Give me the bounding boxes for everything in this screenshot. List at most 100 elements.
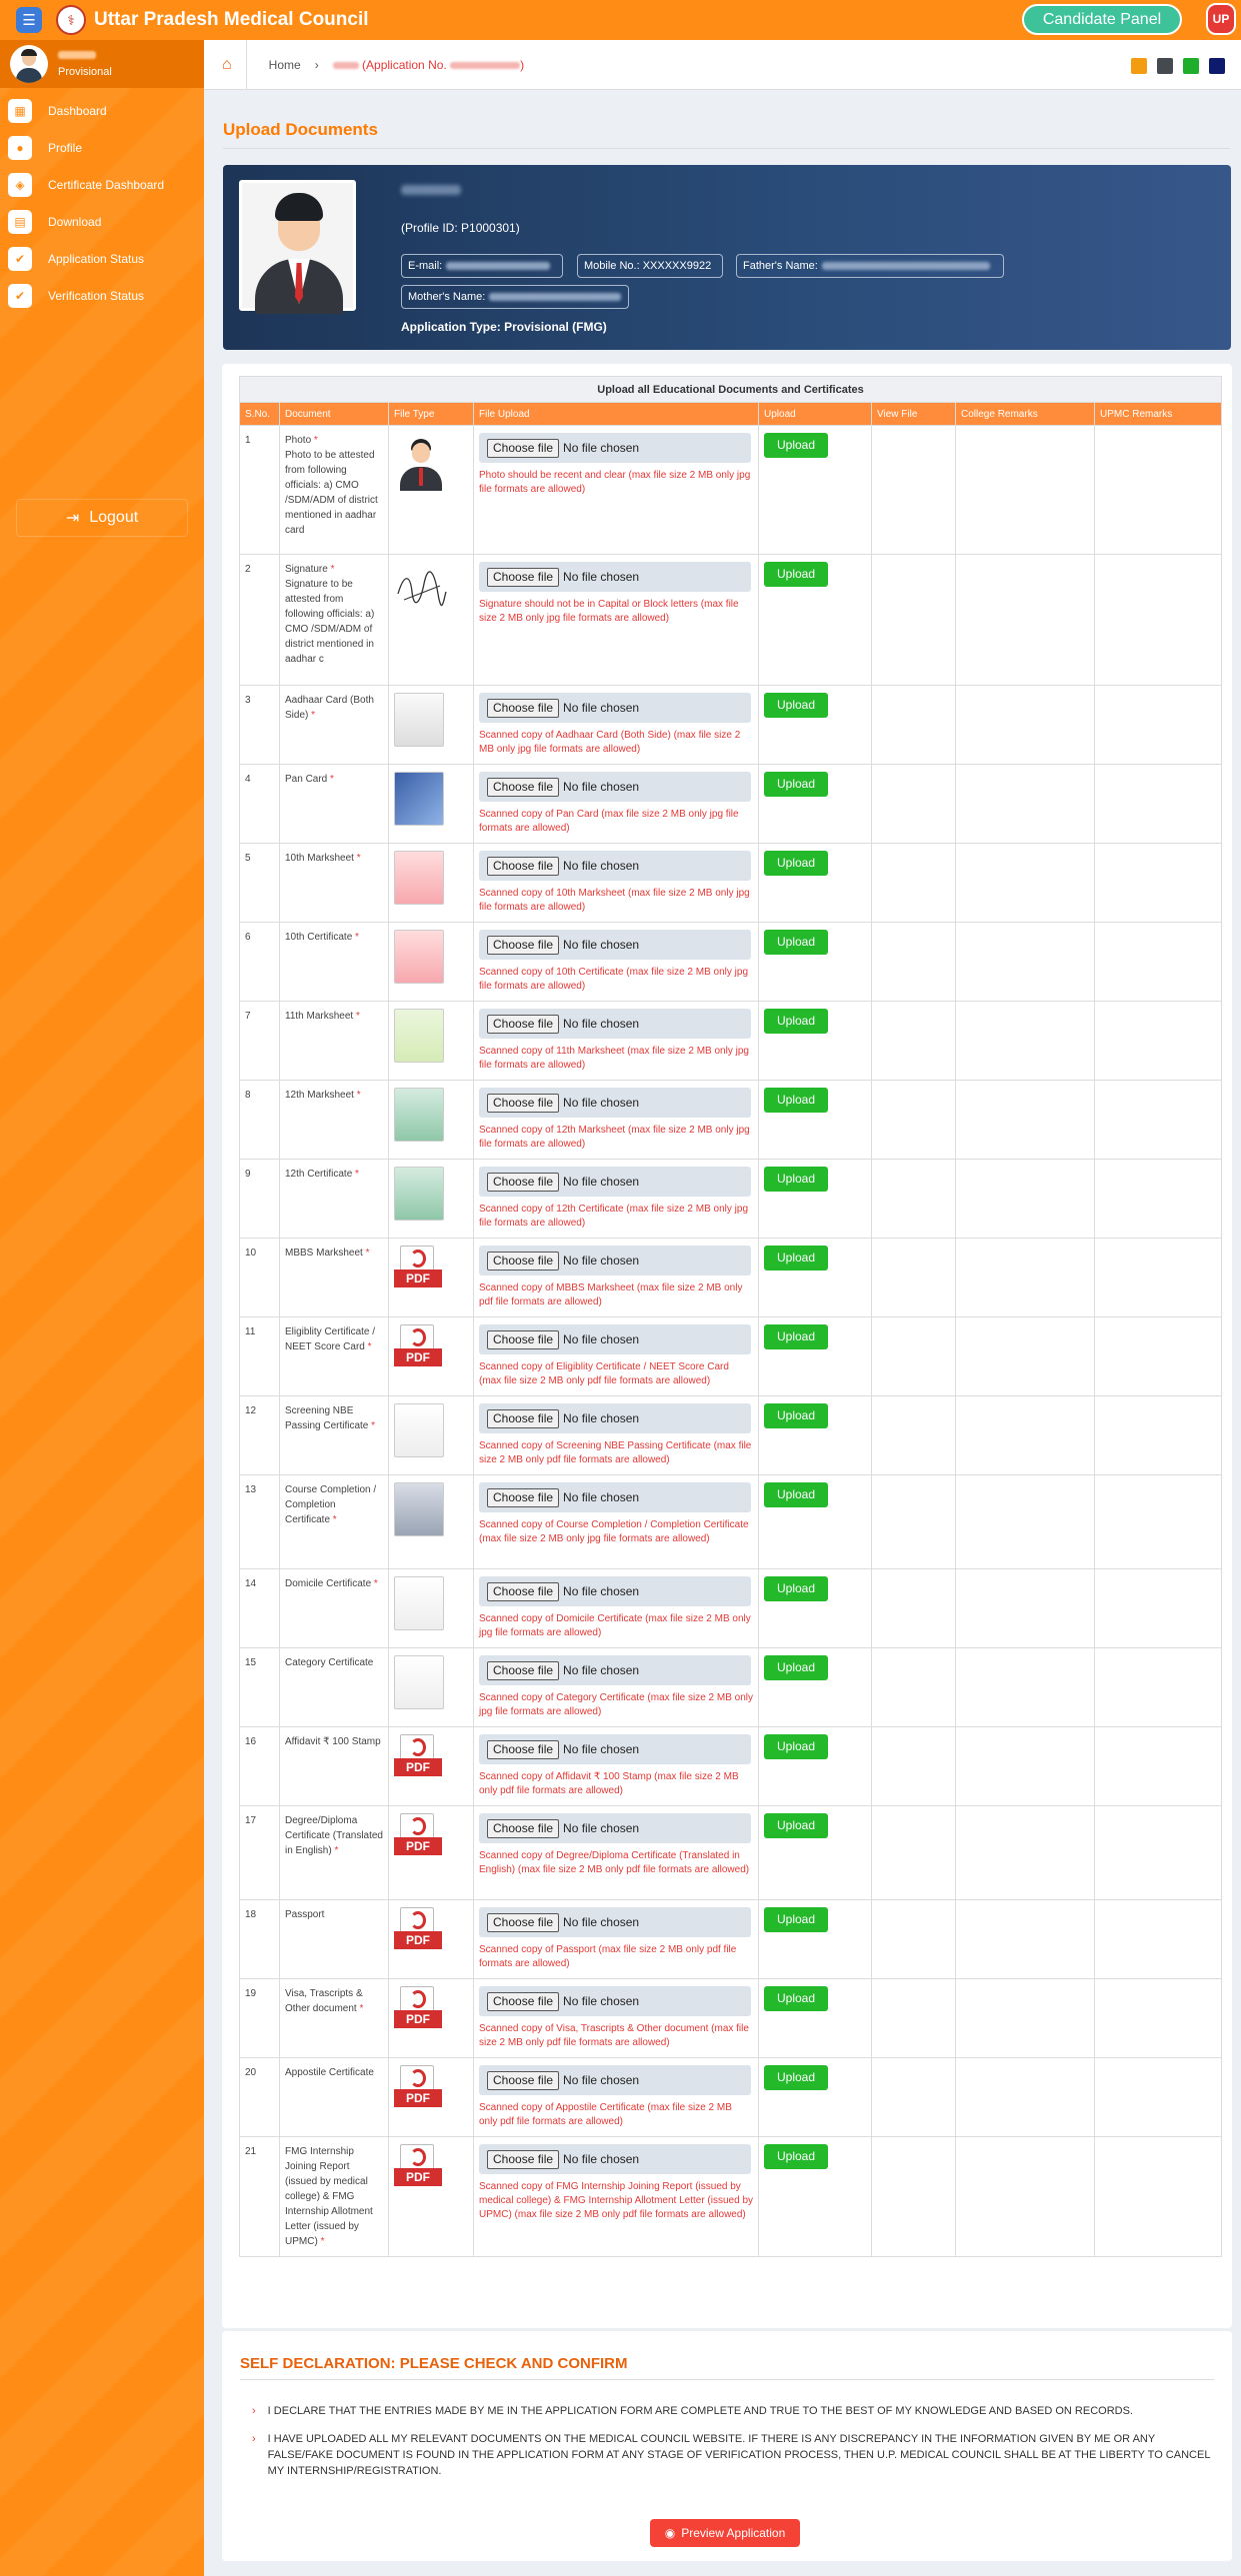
choose-file-button[interactable]: Choose file xyxy=(487,777,560,797)
certificate-thumbnail xyxy=(394,1009,444,1063)
sidebar-item-download[interactable]: ▤ Download xyxy=(0,203,204,240)
upload-button[interactable]: Upload xyxy=(764,1907,828,1932)
file-input[interactable]: Choose file No file chosen xyxy=(479,1655,751,1685)
upload-button[interactable]: Upload xyxy=(764,1734,828,1759)
user-badge[interactable]: UP xyxy=(1206,3,1236,35)
choose-file-button[interactable]: Choose file xyxy=(487,935,560,955)
upload-button[interactable]: Upload xyxy=(764,930,828,955)
file-input[interactable]: Choose file No file chosen xyxy=(479,930,751,960)
file-input[interactable]: Choose file No file chosen xyxy=(479,772,751,802)
upmc-remarks-cell xyxy=(1094,1316,1222,1396)
document-name: Photo * Photo to be attested from followi… xyxy=(279,425,389,555)
candidate-panel-button[interactable]: Candidate Panel xyxy=(1022,4,1182,35)
upload-button[interactable]: Upload xyxy=(764,2144,828,2169)
file-input[interactable]: Choose file No file chosen xyxy=(479,1734,751,1764)
file-input[interactable]: Choose file No file chosen xyxy=(479,1813,751,1843)
document-thumbnail xyxy=(394,1576,444,1630)
upmc-remarks-cell xyxy=(1094,1159,1222,1239)
sidebar-item-verification-status[interactable]: ✔ Verification Status xyxy=(0,277,204,314)
choose-file-button[interactable]: Choose file xyxy=(487,2070,560,2090)
file-input[interactable]: Choose file No file chosen xyxy=(479,433,751,463)
row-number: 6 xyxy=(239,922,280,1002)
upload-button[interactable]: Upload xyxy=(764,1813,828,1838)
hamburger-icon: ☰ xyxy=(22,12,36,29)
upload-button[interactable]: Upload xyxy=(764,1986,828,2011)
file-status: No file chosen xyxy=(563,569,640,584)
file-input[interactable]: Choose file No file chosen xyxy=(479,1246,751,1276)
choose-file-button[interactable]: Choose file xyxy=(487,567,560,587)
logout-button[interactable]: ⇥ Logout xyxy=(16,499,188,537)
upload-button[interactable]: Upload xyxy=(764,1088,828,1113)
choose-file-button[interactable]: Choose file xyxy=(487,856,560,876)
upload-button[interactable]: Upload xyxy=(764,851,828,876)
upmc-remarks-cell xyxy=(1094,1238,1222,1317)
page-title: Upload Documents xyxy=(223,120,378,139)
upload-button[interactable]: Upload xyxy=(764,1009,828,1034)
sidebar-item-certificate-dashboard[interactable]: ◈ Certificate Dashboard xyxy=(0,166,204,203)
file-input[interactable]: Choose file No file chosen xyxy=(479,1167,751,1197)
choose-file-button[interactable]: Choose file xyxy=(487,1660,560,1680)
pan-card-thumbnail xyxy=(394,772,444,826)
choose-file-button[interactable]: Choose file xyxy=(487,1172,560,1192)
file-input[interactable]: Choose file No file chosen xyxy=(479,2144,751,2174)
home-icon[interactable]: ⌂ xyxy=(222,56,232,74)
choose-file-button[interactable]: Choose file xyxy=(487,1408,560,1428)
choose-file-button[interactable]: Choose file xyxy=(487,1912,560,1932)
theme-swatch-navy[interactable] xyxy=(1209,58,1225,74)
upload-button[interactable]: Upload xyxy=(764,1403,828,1428)
theme-swatch-dark[interactable] xyxy=(1157,58,1173,74)
file-input[interactable]: Choose file No file chosen xyxy=(479,1986,751,2016)
choose-file-button[interactable]: Choose file xyxy=(487,698,560,718)
upload-button[interactable]: Upload xyxy=(764,1167,828,1192)
choose-file-button[interactable]: Choose file xyxy=(487,1093,560,1113)
file-type-cell: PDF xyxy=(388,1899,474,1979)
file-input[interactable]: Choose file No file chosen xyxy=(479,562,751,592)
upload-button[interactable]: Upload xyxy=(764,433,828,458)
upload-button[interactable]: Upload xyxy=(764,562,828,587)
upload-button[interactable]: Upload xyxy=(764,1324,828,1349)
file-input[interactable]: Choose file No file chosen xyxy=(479,693,751,723)
preview-application-button[interactable]: ◉ Preview Application xyxy=(650,2519,800,2547)
upload-button[interactable]: Upload xyxy=(764,772,828,797)
upload-button[interactable]: Upload xyxy=(764,1482,828,1507)
file-input[interactable]: Choose file No file chosen xyxy=(479,851,751,881)
avatar xyxy=(10,45,48,83)
choose-file-button[interactable]: Choose file xyxy=(487,1818,560,1838)
choose-file-button[interactable]: Choose file xyxy=(487,1487,560,1507)
upload-button[interactable]: Upload xyxy=(764,1576,828,1601)
upload-button[interactable]: Upload xyxy=(764,2065,828,2090)
upload-button[interactable]: Upload xyxy=(764,1246,828,1271)
file-input[interactable]: Choose file No file chosen xyxy=(479,1088,751,1118)
theme-swatch-green[interactable] xyxy=(1183,58,1199,74)
file-input[interactable]: Choose file No file chosen xyxy=(479,1403,751,1433)
row-number: 15 xyxy=(239,1647,280,1727)
menu-toggle-button[interactable]: ☰ xyxy=(16,7,42,33)
file-input[interactable]: Choose file No file chosen xyxy=(479,1907,751,1937)
file-input[interactable]: Choose file No file chosen xyxy=(479,1324,751,1354)
sidebar-item-application-status[interactable]: ✔ Application Status xyxy=(0,240,204,277)
choose-file-button[interactable]: Choose file xyxy=(487,1991,560,2011)
sidebar-item-profile[interactable]: ● Profile xyxy=(0,129,204,166)
upload-button[interactable]: Upload xyxy=(764,1655,828,1680)
choose-file-button[interactable]: Choose file xyxy=(487,438,560,458)
choose-file-button[interactable]: Choose file xyxy=(487,2149,560,2169)
upload-button[interactable]: Upload xyxy=(764,693,828,718)
document-thumbnail xyxy=(394,1655,444,1709)
choose-file-button[interactable]: Choose file xyxy=(487,1329,560,1349)
breadcrumb-home[interactable]: Home xyxy=(269,58,301,72)
file-input[interactable]: Choose file No file chosen xyxy=(479,2065,751,2095)
file-input[interactable]: Choose file No file chosen xyxy=(479,1482,751,1512)
document-name: Course Completion / Completion Certifica… xyxy=(279,1474,389,1569)
document-name: Appostile Certificate xyxy=(279,2057,389,2137)
file-input[interactable]: Choose file No file chosen xyxy=(479,1576,751,1606)
file-status: No file chosen xyxy=(563,1489,640,1504)
choose-file-button[interactable]: Choose file xyxy=(487,1251,560,1271)
choose-file-button[interactable]: Choose file xyxy=(487,1014,560,1034)
theme-swatch-orange[interactable] xyxy=(1131,58,1147,74)
document-name: Screening NBE Passing Certificate * xyxy=(279,1395,389,1475)
choose-file-button[interactable]: Choose file xyxy=(487,1739,560,1759)
choose-file-button[interactable]: Choose file xyxy=(487,1581,560,1601)
sidebar-item-label: Application Status xyxy=(48,251,145,266)
sidebar-item-dashboard[interactable]: ▦ Dashboard xyxy=(0,92,204,129)
file-input[interactable]: Choose file No file chosen xyxy=(479,1009,751,1039)
